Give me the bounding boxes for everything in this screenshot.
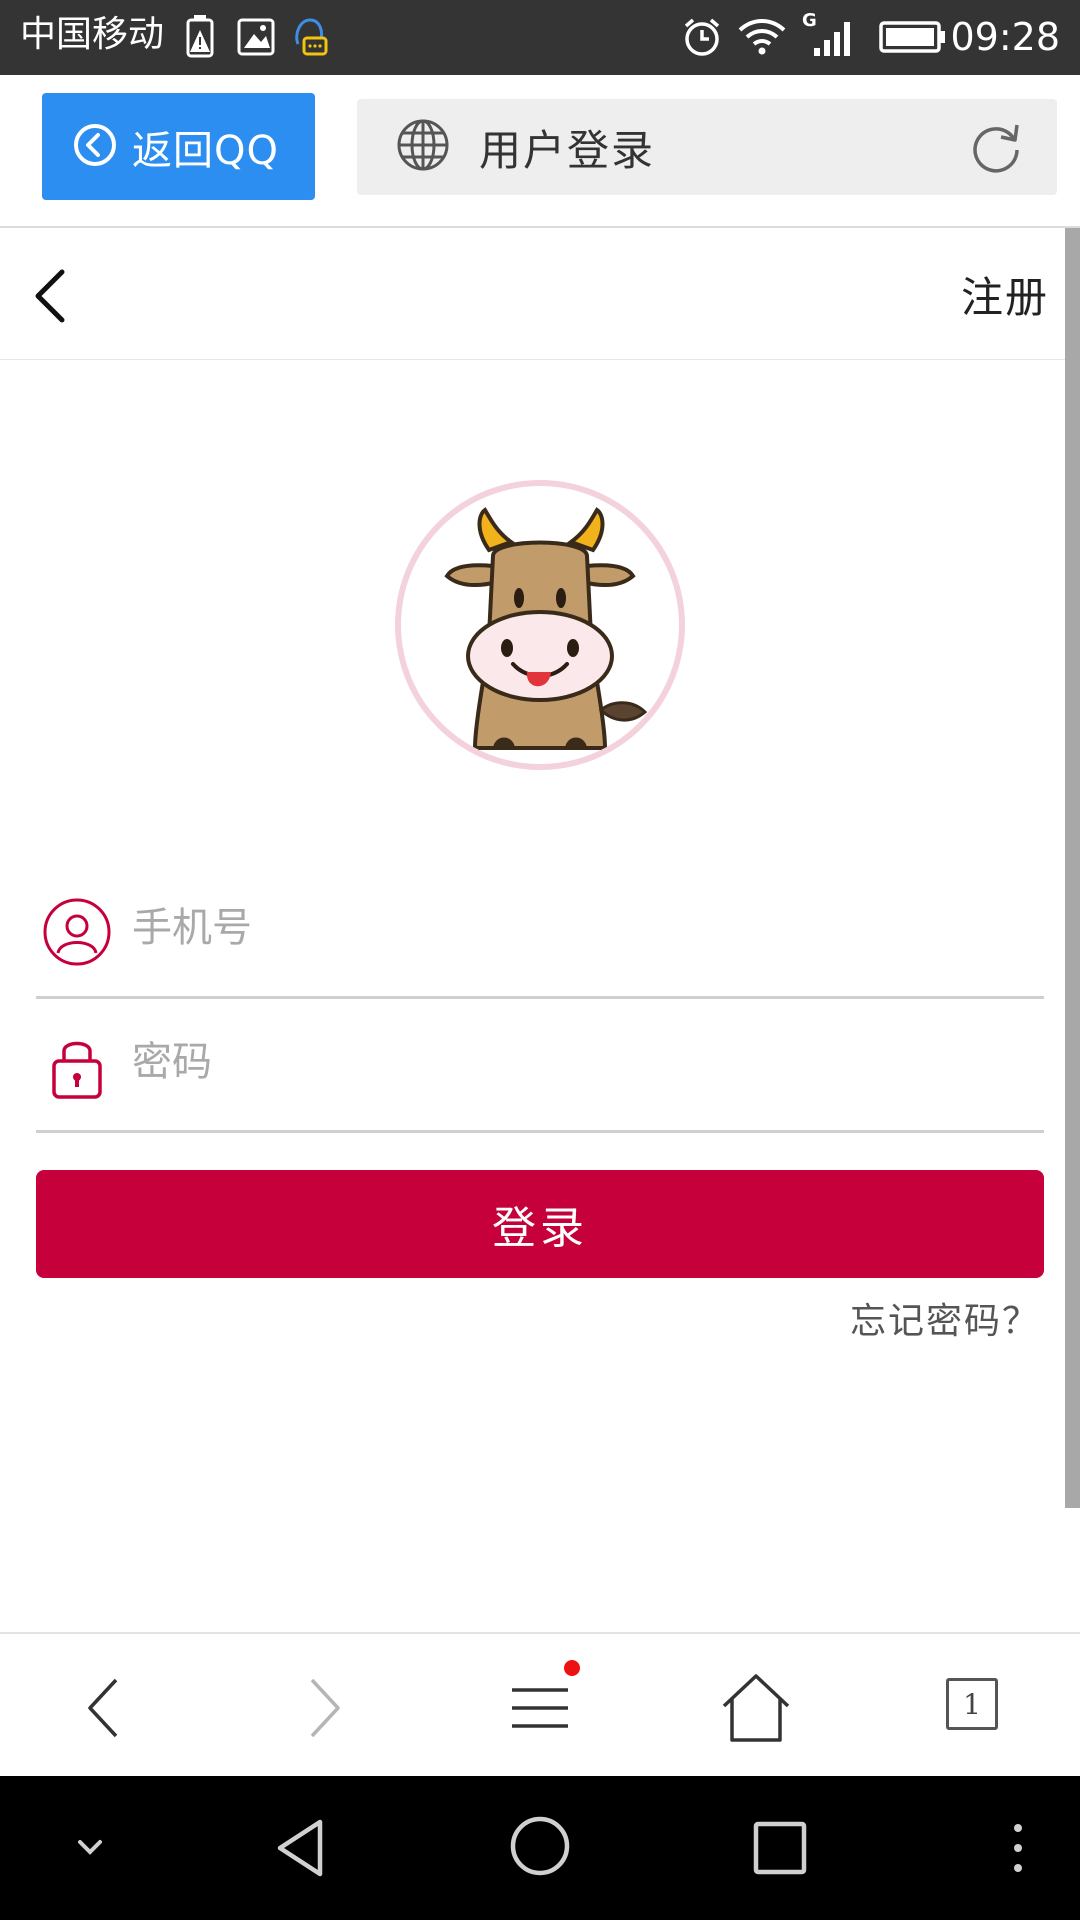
user-icon [42, 897, 112, 971]
globe-icon [395, 117, 451, 177]
avatar [395, 480, 685, 770]
clock: 09:28 [950, 15, 1060, 59]
carrier-name: 中国移动 [20, 14, 165, 55]
nav-home-icon[interactable] [508, 1814, 572, 1882]
page-header: 注册 [0, 228, 1065, 360]
system-nav-bar [0, 1776, 1080, 1920]
tabs-button[interactable]: 1 [946, 1678, 998, 1730]
qq-notification-icon [290, 14, 330, 64]
back-to-qq-button[interactable]: 返回QQ [42, 93, 315, 200]
alarm-icon [680, 14, 724, 64]
home-icon[interactable] [716, 1668, 796, 1748]
battery-icon [878, 14, 948, 64]
circle-chevron-left-icon [72, 122, 118, 172]
forgot-password-link[interactable]: 忘记密码？ [850, 1292, 1040, 1344]
page-title: 用户登录 [479, 125, 656, 175]
lock-icon [42, 1031, 112, 1105]
nav-recents-icon[interactable] [752, 1820, 808, 1880]
forward-arrow-icon[interactable] [284, 1668, 364, 1748]
nav-back-icon[interactable] [272, 1816, 328, 1884]
page-scrollbar[interactable] [1065, 228, 1080, 1508]
chevron-left-icon[interactable] [30, 266, 70, 330]
back-to-qq-label: 返回QQ [132, 127, 279, 174]
browser-bottom-toolbar: 1 [0, 1632, 1080, 1776]
address-bar[interactable]: 用户登录 [357, 99, 1057, 195]
status-bar: 中国移动 G 09:28 [0, 0, 1080, 75]
login-button[interactable]: 登录 [36, 1170, 1044, 1278]
register-link[interactable]: 注册 [961, 264, 1049, 325]
wifi-icon [736, 14, 788, 64]
notification-dot [564, 1660, 580, 1676]
phone-field [36, 865, 1044, 999]
phone-input[interactable] [132, 891, 1012, 965]
cow-mascot-icon [444, 507, 648, 750]
password-field [36, 999, 1044, 1133]
image-icon [236, 14, 276, 64]
chevron-down-icon[interactable] [72, 1832, 108, 1866]
back-arrow-icon[interactable] [64, 1668, 144, 1748]
browser-top-bar: 返回QQ 用户登录 [0, 75, 1080, 228]
more-options-icon[interactable] [1008, 1820, 1028, 1880]
menu-icon[interactable] [500, 1668, 580, 1748]
refresh-icon[interactable] [967, 119, 1025, 181]
battery-alert-icon [182, 14, 218, 64]
password-input[interactable] [132, 1025, 1012, 1099]
signal-icon [810, 14, 858, 64]
